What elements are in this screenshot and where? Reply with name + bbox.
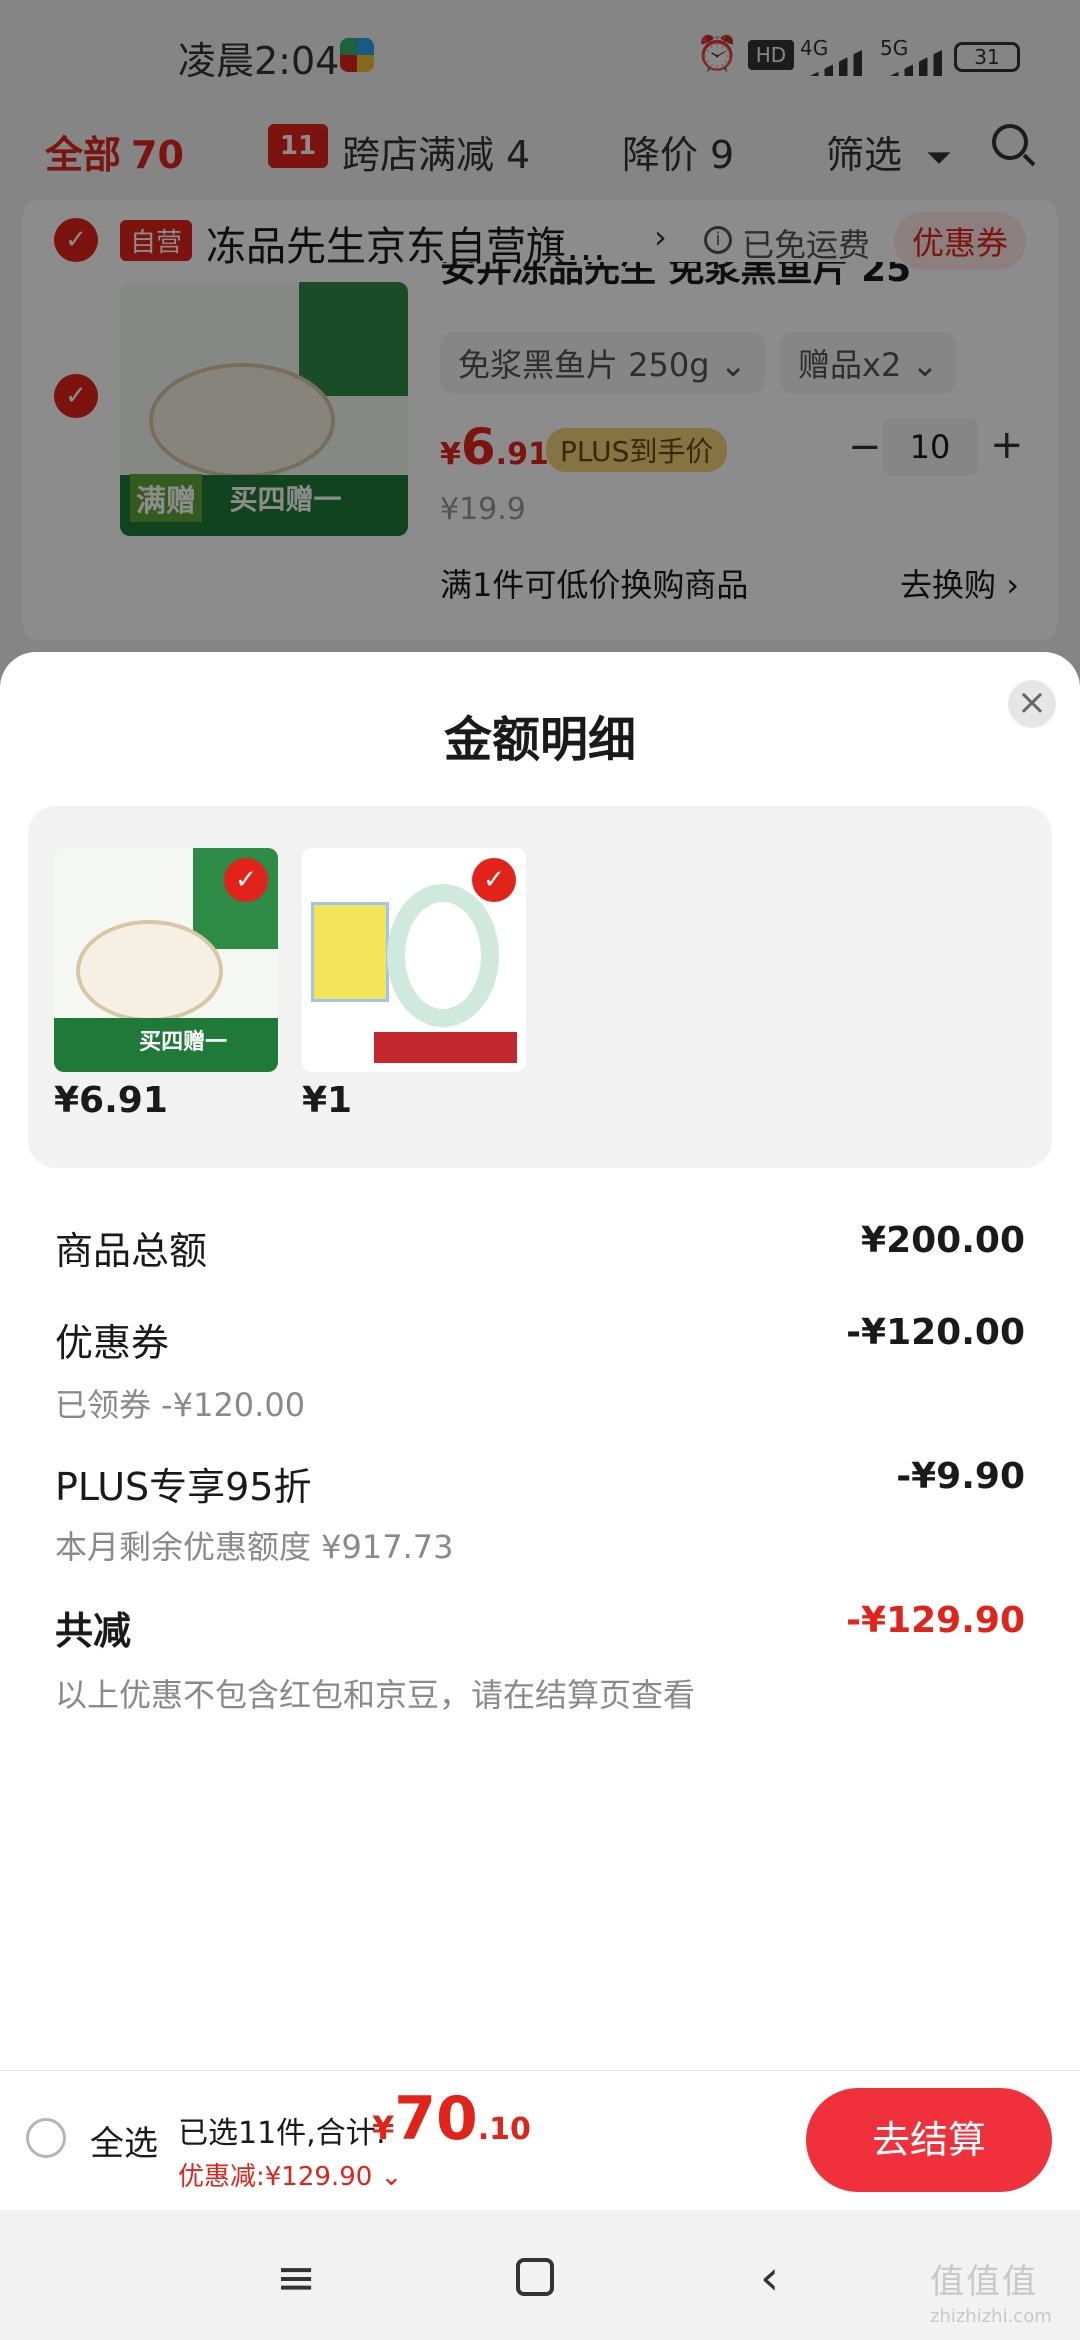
discount-summary[interactable]: 优惠减:¥129.90 ⌄ xyxy=(178,2156,402,2193)
coupon-sub: 已领券 -¥120.00 xyxy=(55,1386,306,1424)
dish-graphic xyxy=(76,919,224,1022)
select-all-radio[interactable] xyxy=(26,2118,66,2158)
plus-quota-sub: 本月剩余优惠额度 ¥917.73 xyxy=(55,1528,454,1566)
thumbnail-band-label: 买四赠一 xyxy=(139,1030,228,1056)
selected-info: 已选11件,合计: xyxy=(178,2116,386,2151)
tape-roll-graphic xyxy=(387,883,500,1028)
total-dec: .10 xyxy=(477,2112,531,2147)
checkout-button[interactable]: 去结算 xyxy=(806,2088,1052,2192)
thumbnail-fish[interactable]: 买四赠一 ✓ xyxy=(54,848,278,1072)
plus-discount-value: -¥9.90 xyxy=(896,1456,1025,1497)
select-all-label[interactable]: 全选 xyxy=(90,2116,158,2165)
menu-icon[interactable]: ≡ xyxy=(276,2250,316,2306)
watermark-url: zhizhizhi.com xyxy=(930,2306,1052,2327)
check-icon: ✓ xyxy=(224,858,268,902)
thumbnail-price: ¥6.91 xyxy=(54,1080,168,1121)
coupon-label: 优惠券 xyxy=(55,1321,170,1365)
discount-note: 以上优惠不包含红包和京豆，请在结算页查看 xyxy=(55,1676,696,1714)
total-symbol: ¥ xyxy=(372,2109,395,2147)
goods-total-value: ¥200.00 xyxy=(861,1220,1025,1261)
tape-pack-graphic xyxy=(310,901,389,1002)
tape-label-graphic xyxy=(373,1031,518,1064)
coupon-value: -¥120.00 xyxy=(846,1312,1025,1353)
check-icon: ✓ xyxy=(472,858,516,902)
back-icon[interactable]: ‹ xyxy=(760,2250,779,2306)
plus-discount-label: PLUS专享95折 xyxy=(55,1465,312,1509)
watermark-logo: 值值值 xyxy=(930,2262,1038,2302)
total-amount: ¥70.10 xyxy=(372,2084,531,2154)
total-cut-value: -¥129.90 xyxy=(846,1600,1025,1641)
thumbnail-price: ¥1 xyxy=(302,1080,353,1121)
total-int: 70 xyxy=(394,2084,478,2154)
close-icon[interactable]: × xyxy=(1008,680,1056,728)
thumbnail-tape[interactable]: ✓ xyxy=(302,848,526,1072)
goods-total-label: 商品总额 xyxy=(55,1229,208,1273)
chevron-down-icon: ⌄ xyxy=(380,2162,403,2192)
discount-summary-text: 优惠减:¥129.90 xyxy=(178,2162,373,2192)
total-cut-label: 共减 xyxy=(55,1609,132,1653)
sheet-title: 金额明细 xyxy=(443,712,636,768)
home-icon[interactable] xyxy=(516,2258,554,2296)
